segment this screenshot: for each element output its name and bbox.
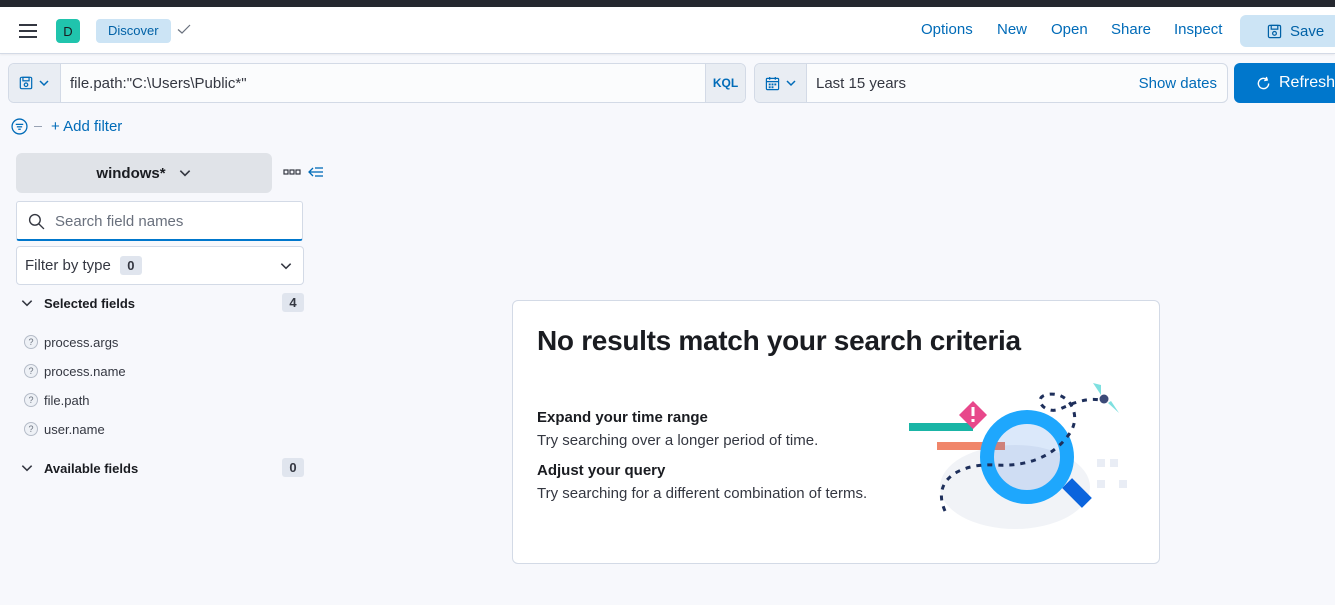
unknown-type-icon: ? [24, 335, 38, 349]
no-results-panel: No results match your search criteria Ex… [512, 300, 1160, 564]
refresh-label: Refresh [1279, 74, 1335, 91]
filter-divider [34, 125, 42, 127]
refresh-icon [1257, 76, 1270, 89]
share-link[interactable]: Share [1111, 21, 1151, 38]
data-view-picker[interactable]: windows* [16, 153, 272, 193]
data-view-label: windows* [96, 164, 166, 182]
unknown-type-icon: ? [24, 393, 38, 407]
save-button[interactable]: Save [1240, 15, 1335, 47]
check-icon [176, 21, 192, 42]
filter-by-type-button[interactable]: Filter by type 0 [16, 246, 304, 285]
inspect-link[interactable]: Inspect [1174, 21, 1222, 38]
query-bar: KQL [8, 63, 746, 103]
filter-bar: + Add filter [11, 115, 122, 137]
add-filter-button[interactable]: + Add filter [51, 118, 122, 135]
hamburger-menu-icon[interactable] [16, 19, 40, 43]
tip-title: Adjust your query [537, 462, 666, 479]
field-name: user.name [44, 421, 105, 437]
tip-text: Try searching for a different combinatio… [537, 485, 868, 502]
new-link[interactable]: New [997, 21, 1027, 38]
chevron-down-icon [179, 170, 190, 177]
space-avatar[interactable]: D [56, 19, 80, 43]
chevron-down-icon [279, 259, 293, 277]
selected-fields-toggle[interactable]: Selected fields 4 [20, 292, 304, 314]
search-field-names-input[interactable] [55, 208, 295, 234]
field-name: file.path [44, 392, 90, 408]
chevron-down-icon [21, 300, 33, 307]
available-fields-label: Available fields [44, 460, 139, 476]
field-item[interactable]: ? user.name [24, 420, 105, 438]
tip-title: Expand your time range [537, 409, 708, 426]
unknown-type-icon: ? [24, 422, 38, 436]
save-label: Save [1290, 22, 1325, 40]
no-results-title: No results match your search criteria [537, 325, 1021, 356]
search-icon [28, 213, 45, 235]
selected-fields-count: 4 [282, 293, 304, 312]
field-item[interactable]: ? process.args [24, 333, 118, 351]
open-link[interactable]: Open [1051, 21, 1088, 38]
breadcrumb-discover[interactable]: Discover [96, 19, 171, 43]
date-picker: Last 15 years Show dates [754, 63, 1228, 103]
options-link[interactable]: Options [921, 21, 973, 38]
calendar-icon [765, 76, 779, 90]
show-dates-link[interactable]: Show dates [1139, 75, 1217, 92]
field-item[interactable]: ? process.name [24, 362, 126, 380]
no-results-illustration [909, 383, 1127, 529]
save-icon [1267, 24, 1282, 38]
top-strip [0, 0, 1335, 7]
chevron-down-icon [21, 465, 33, 472]
field-name: process.name [44, 363, 126, 379]
refresh-button[interactable]: Refresh [1234, 63, 1335, 103]
app-header: D Discover Options New Open Share Inspec… [0, 7, 1335, 54]
filter-by-type-count: 0 [119, 256, 142, 275]
chevron-down-icon [39, 80, 49, 87]
field-name: process.args [44, 334, 119, 350]
save-icon [19, 76, 33, 90]
field-search [16, 201, 303, 241]
filter-menu-icon[interactable] [11, 117, 28, 135]
selected-fields-label: Selected fields [44, 295, 136, 311]
saved-query-menu-button[interactable] [9, 64, 61, 102]
more-options-icon[interactable] [283, 165, 301, 184]
tip-text: Try searching over a longer period of ti… [537, 432, 819, 449]
available-fields-toggle[interactable]: Available fields 0 [20, 457, 304, 479]
date-range-text[interactable]: Last 15 years [816, 75, 906, 92]
query-input[interactable] [61, 64, 706, 102]
collapse-sidebar-icon[interactable] [308, 165, 324, 184]
field-item[interactable]: ? file.path [24, 391, 90, 409]
available-fields-count: 0 [282, 458, 304, 477]
chevron-down-icon [785, 80, 796, 87]
filter-by-type-label: Filter by type [25, 257, 111, 274]
unknown-type-icon: ? [24, 364, 38, 378]
query-language-button[interactable]: KQL [705, 64, 745, 102]
quick-date-menu-button[interactable] [755, 64, 807, 102]
